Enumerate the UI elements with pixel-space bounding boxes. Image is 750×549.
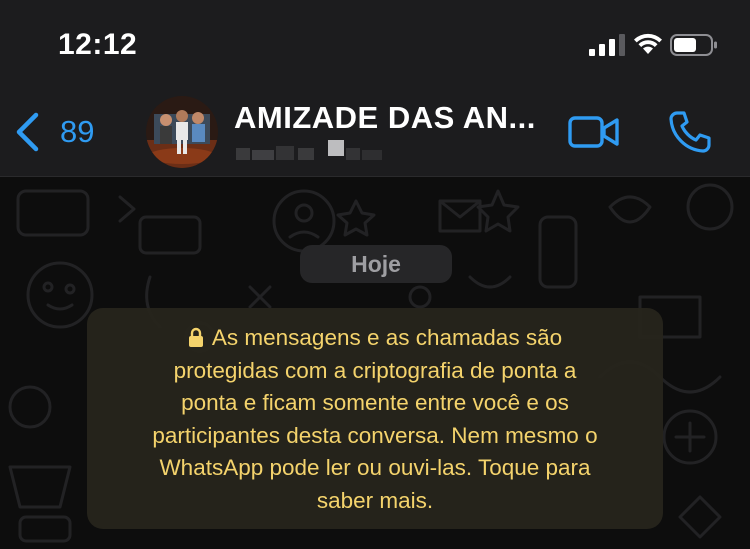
- wifi-icon: [634, 33, 662, 54]
- encryption-line-4: participantes desta conversa. Nem mesmo …: [152, 422, 598, 448]
- lock-icon: [188, 327, 203, 347]
- encryption-text-1: As mensagens e as chamadas são: [211, 325, 563, 350]
- chevron-left-icon: [16, 112, 39, 152]
- encryption-line-5: WhatsApp pode ler ou ouvi-las. Toque par…: [159, 455, 591, 481]
- encryption-notice[interactable]: As mensagens e as chamadas são protegida…: [87, 308, 663, 529]
- encryption-line-2: protegidas com a criptografia de ponta a: [173, 357, 577, 383]
- video-call-button[interactable]: [568, 114, 620, 150]
- whatsapp-chat-screen: 12:12 89 AMIZADE DAS AN... Hoje As mensa…: [0, 0, 750, 549]
- group-title[interactable]: AMIZADE DAS AN...: [234, 100, 536, 136]
- status-bar: 12:12: [0, 0, 750, 88]
- encryption-line-3: ponta e ficam somente entre você e os: [181, 390, 569, 416]
- cellular-signal-icon: [589, 34, 625, 56]
- group-photo: [146, 96, 218, 168]
- chat-area[interactable]: Hoje As mensagens e as chamadas são prot…: [0, 177, 750, 549]
- unread-count: 89: [60, 114, 95, 149]
- battery-icon: [670, 34, 717, 56]
- back-button[interactable]: 89: [14, 110, 94, 154]
- date-separator: Hoje: [300, 245, 452, 283]
- group-avatar[interactable]: [146, 96, 218, 168]
- group-members-redacted: [236, 140, 382, 160]
- encryption-line-1: As mensagens e as chamadas são: [107, 322, 643, 355]
- encryption-line-6: saber mais.: [316, 487, 434, 513]
- chat-header: 89 AMIZADE DAS AN...: [0, 88, 750, 177]
- voice-call-button[interactable]: [668, 110, 712, 154]
- status-time: 12:12: [58, 28, 138, 61]
